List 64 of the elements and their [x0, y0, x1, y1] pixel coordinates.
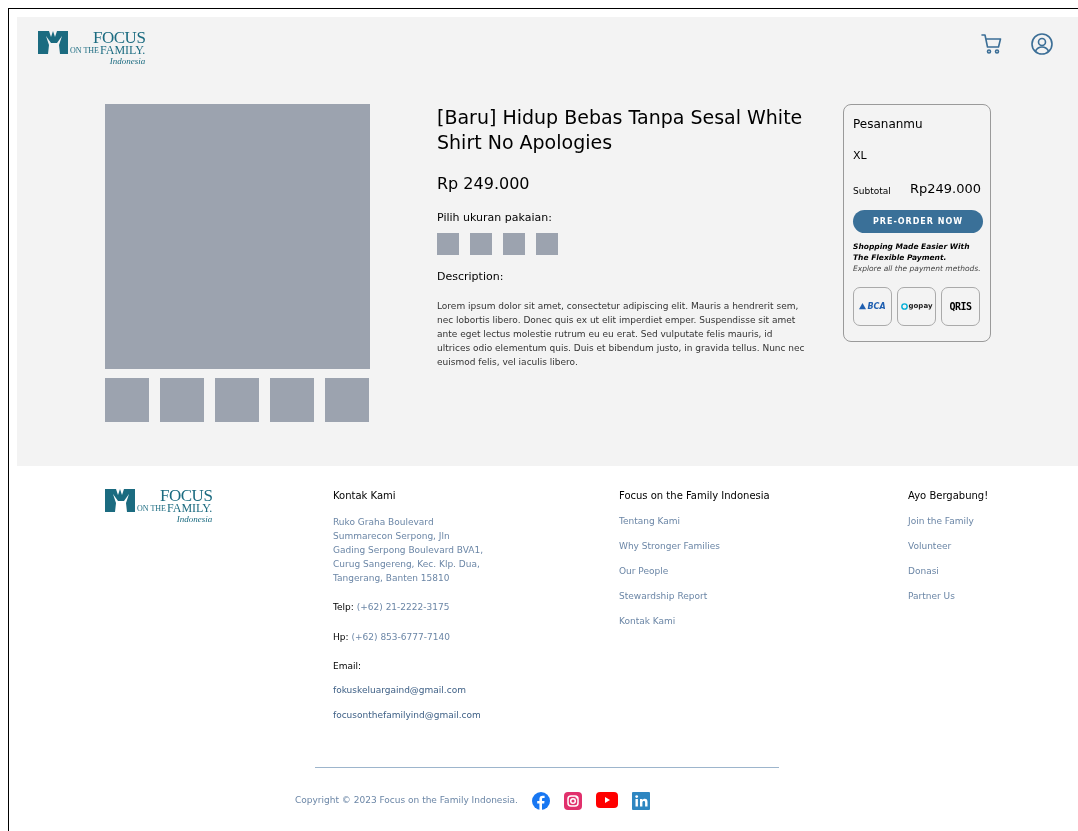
subtotal-value: Rp249.000 [909, 179, 981, 198]
logo-text: FOCUS [93, 30, 146, 45]
subtotal-label: Subtotal [853, 184, 891, 198]
description-text: Lorem ipsum dolor sit amet, consectetur adipiscing elit. Mauris a hendrerit sem, nec lobortis libero. Donec quis ex ut elit imperdiet emper. Suspendisse sit amet ante eget lectus molestie rutrum eu eu erat. Sed vulputate felis mauris, id ultrices odio elementum quis. Duis et bibendum justo, in gravida tellus. Nunc nec euismod felis, vel iaculis libero. [437, 300, 806, 369]
phone-number: (+62) 21-2222-3175 [356, 601, 450, 614]
logo-text: FAMILY. [99, 45, 146, 56]
copyright-text: Copyright © 2023 Focus on the Family Indonesia. [295, 793, 518, 807]
thumbnail-image[interactable] [270, 378, 314, 422]
payment-logo-text: BCA [867, 300, 886, 313]
email-link[interactable]: focusonthefamilyind@gmail.com [333, 710, 481, 720]
footer-heading: Focus on the Family Indonesia [619, 489, 771, 503]
logo-text: FAMILY. [166, 503, 213, 514]
logo-text: FOCUS [160, 488, 213, 503]
order-size: XL [853, 148, 868, 164]
footer-link[interactable]: Tentang Kami [619, 516, 681, 526]
size-option[interactable] [437, 232, 459, 255]
phone-label: Telp: [333, 601, 354, 614]
thumbnail-image[interactable] [325, 378, 369, 422]
footer-link[interactable]: Stewardship Report [619, 591, 708, 601]
footer-link[interactable]: Why Stronger Families [619, 541, 720, 551]
thumbnail-image[interactable] [160, 378, 204, 422]
email-link[interactable]: fokuskeluargaind@gmail.com [333, 684, 466, 695]
linkedin-icon[interactable] [631, 791, 650, 810]
footer-heading: Ayo Bergabung! [908, 489, 990, 503]
logo-text: ON THE [137, 504, 166, 513]
phone-label: Hp: [333, 630, 349, 644]
size-option[interactable] [536, 232, 558, 255]
footer-link[interactable]: Partner Us [908, 591, 955, 601]
product-title: [Baru] Hidup Bebas Tanpa Sesal White Shirt No Apologies [437, 105, 804, 155]
order-title: Pesananmu [853, 116, 924, 133]
footer-heading: Kontak Kami [333, 489, 397, 503]
logo-text: Indonesia [109, 56, 146, 66]
payment-method[interactable]: BCA [853, 287, 892, 326]
logo[interactable]: FOCUS ON THEFAMILY. Indonesia [38, 30, 146, 66]
pre-order-button[interactable]: PRE-ORDER NOW [853, 210, 983, 233]
logo-text: ON THE [70, 46, 99, 55]
youtube-icon[interactable] [595, 791, 618, 808]
user-icon[interactable] [1030, 32, 1054, 56]
footer-link[interactable]: Kontak Kami [619, 616, 676, 626]
bca-mark-icon [859, 303, 867, 310]
logo-text: Indonesia [176, 514, 213, 524]
family-figure-icon [38, 30, 68, 54]
cart-icon[interactable] [980, 32, 1004, 56]
product-price: Rp 249.000 [437, 173, 531, 195]
footer-link[interactable]: Our People [619, 566, 669, 576]
thumbnail-image[interactable] [105, 378, 149, 422]
thumbnail-image[interactable] [215, 378, 259, 422]
size-label: Pilih ukuran pakaian: [437, 210, 553, 226]
payment-method[interactable]: QRIS [941, 287, 980, 326]
size-option[interactable] [503, 232, 525, 255]
phone-number: (+62) 853-6777-7140 [351, 630, 450, 644]
gopay-mark-icon [900, 303, 908, 310]
logo[interactable]: FOCUS ON THEFAMILY. Indonesia [105, 488, 333, 524]
description-label: Description: [437, 268, 505, 285]
instagram-icon[interactable] [563, 791, 582, 810]
family-figure-icon [105, 488, 135, 512]
email-label: Email: [333, 660, 362, 673]
footer-link[interactable]: Donasi [908, 566, 939, 576]
footer-link[interactable]: Join the Family [908, 516, 974, 526]
address-text: Ruko Graha Boulevard Summarecon Serpong, Jln Gading Serpong Boulevard BVA1, Curug Sangereng, Kec. Klp. Dua, Tangerang, Banten 15810 [333, 516, 485, 585]
payment-logo-text: QRIS [949, 300, 972, 314]
facebook-icon[interactable] [531, 791, 550, 810]
footer-link[interactable]: Volunteer [908, 541, 952, 551]
size-option[interactable] [470, 232, 492, 255]
